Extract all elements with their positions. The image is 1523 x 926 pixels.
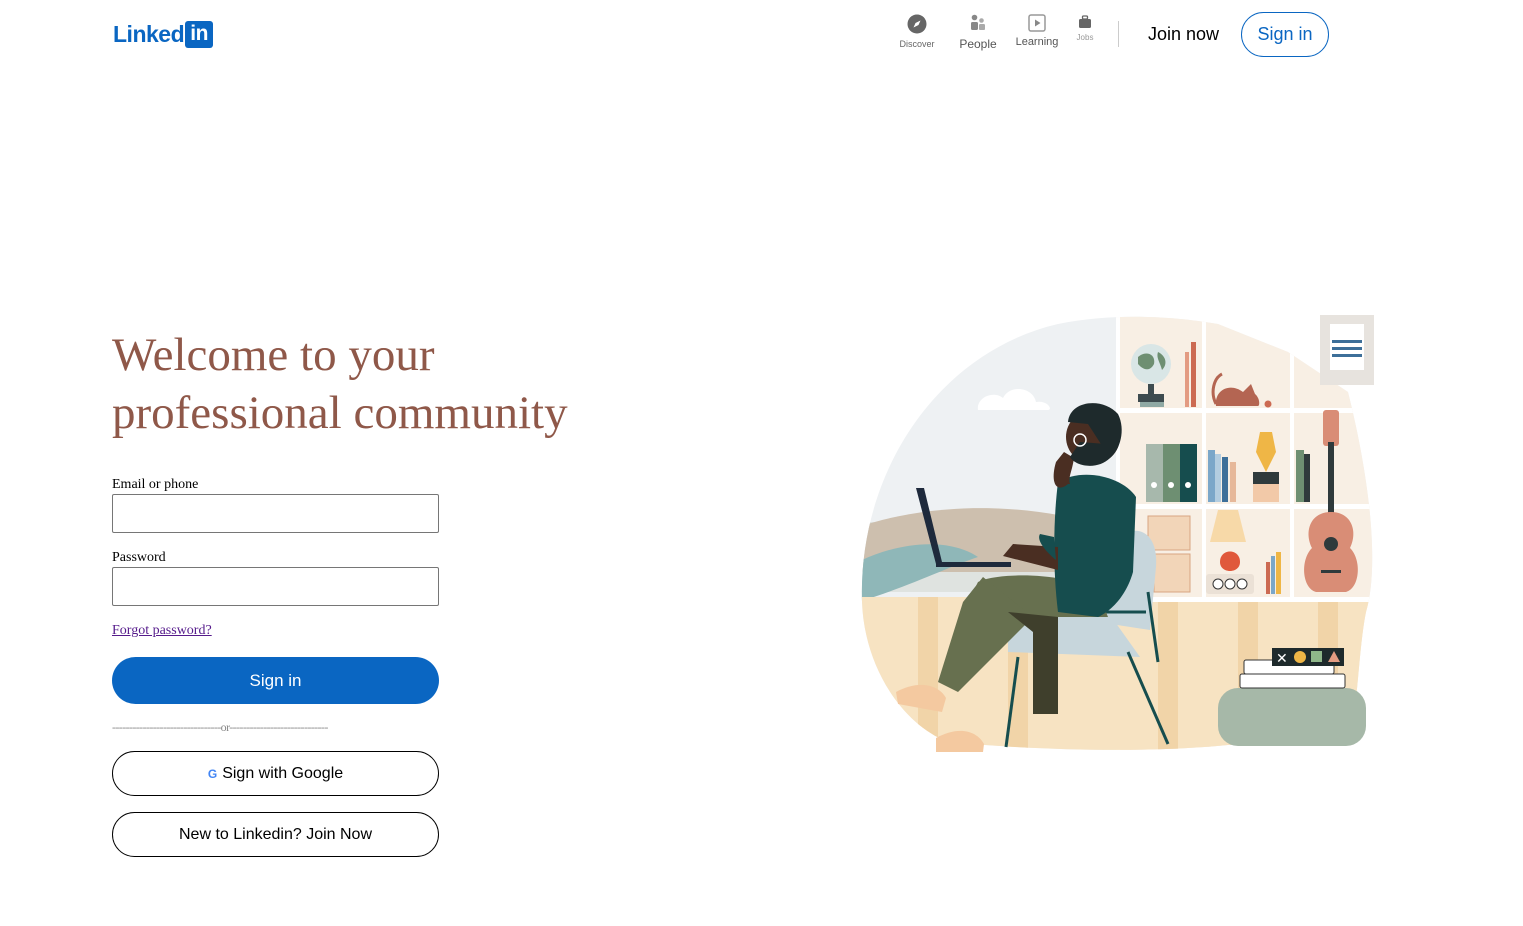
nav-discover-label: Discover (899, 39, 935, 49)
book-spine (1215, 454, 1221, 502)
frame-stripe (1332, 354, 1362, 357)
binder (1146, 444, 1163, 502)
google-sign-in-button[interactable]: G Sign with Google (112, 751, 439, 796)
join-now-button[interactable]: New to Linkedin? Join Now (112, 812, 439, 857)
binder (1163, 444, 1180, 502)
radio-dial (1224, 578, 1236, 590)
binder-ring (1168, 482, 1174, 488)
play-icon (1028, 14, 1046, 32)
logo-in-box: in (185, 20, 214, 48)
google-button-label: Sign with Google (222, 764, 344, 782)
binder-ring (1185, 482, 1191, 488)
compass-icon (907, 14, 927, 34)
lamp-base (1253, 472, 1279, 484)
or-divider: --------------------------------or------… (112, 720, 328, 734)
password-label: Password (112, 550, 166, 565)
game-symbol (1294, 651, 1306, 663)
nav-jobs[interactable]: Jobs (1070, 14, 1100, 42)
game-symbol: ✕ (1276, 651, 1288, 667)
book-spine (1208, 450, 1215, 502)
frame-stripe (1332, 347, 1362, 350)
nav-people-label: People (959, 37, 997, 51)
table-lamp-base (1220, 551, 1240, 571)
page-headline: Welcome to your professional community (112, 329, 568, 439)
header-sign-in-button[interactable]: Sign in (1241, 12, 1329, 57)
nav-divider (1118, 21, 1119, 47)
drawer (1147, 515, 1191, 551)
join-now-link[interactable]: Join now (1140, 13, 1227, 55)
lamp-box (1253, 484, 1279, 502)
top-nav: Discover People Learning Jobs (895, 14, 1100, 51)
nav-people[interactable]: People (957, 14, 999, 51)
forgot-password-link[interactable]: Forgot password? (112, 623, 212, 639)
nav-learning-label: Learning (1015, 36, 1059, 48)
book-spine (1266, 562, 1270, 594)
people-icon (970, 14, 986, 32)
google-icon: G (207, 766, 218, 781)
sign-in-button[interactable]: Sign in (112, 657, 439, 704)
book-stack (1239, 673, 1346, 689)
binder (1180, 444, 1197, 502)
briefcase-icon (1078, 14, 1092, 30)
book-spine (1296, 450, 1304, 502)
hero-illustration: ✕ (861, 315, 1374, 752)
book-spine (1191, 342, 1196, 407)
book-spine (1230, 462, 1236, 502)
linkedin-logo[interactable]: Linked in (113, 20, 214, 48)
ottoman (1218, 688, 1366, 746)
radio-dial (1236, 578, 1248, 590)
book-spine (1222, 457, 1228, 502)
nav-jobs-label: Jobs (1076, 33, 1094, 42)
logo-wordmark: Linked (113, 20, 185, 47)
drawer (1153, 553, 1191, 593)
frame-stripe (1332, 340, 1362, 343)
nav-discover[interactable]: Discover (895, 14, 939, 49)
book-spine (1304, 454, 1310, 502)
book-spine (1185, 352, 1189, 407)
email-field[interactable] (112, 494, 439, 533)
ball (1264, 400, 1272, 408)
password-field[interactable] (112, 567, 439, 606)
book-spine (1276, 552, 1281, 594)
email-label: Email or phone (112, 477, 199, 492)
game-symbol (1311, 651, 1322, 662)
nav-learning[interactable]: Learning (1014, 14, 1060, 48)
radio-dial (1212, 578, 1224, 590)
binder-ring (1151, 482, 1157, 488)
book-spine (1271, 556, 1275, 594)
